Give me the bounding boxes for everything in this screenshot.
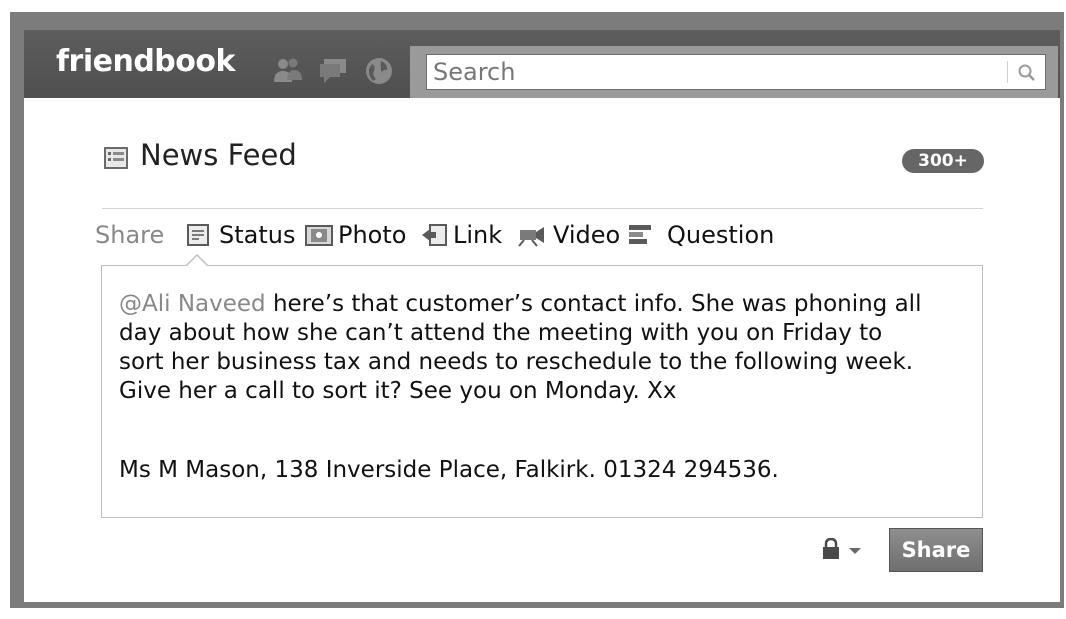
search-divider — [1007, 61, 1008, 83]
lock-icon — [823, 538, 839, 559]
status-icon — [187, 224, 209, 246]
message-line-4: Give her a call to sort it? See you on M… — [119, 378, 677, 404]
composer-pointer-fill — [186, 256, 208, 267]
message-line-1-text: here’s that customer’s contact info. She… — [265, 291, 922, 317]
share-tab-question[interactable]: Question — [667, 221, 774, 249]
message-line-1: @Ali Naveed here’s that customer’s conta… — [119, 290, 979, 319]
share-tab-photo[interactable]: Photo — [338, 221, 406, 249]
messages-icon[interactable] — [318, 56, 350, 84]
news-feed-icon — [104, 147, 128, 169]
composer-message[interactable]: @Ali Naveed here’s that customer’s conta… — [119, 290, 979, 406]
news-feed-title: News Feed — [140, 138, 297, 172]
share-bar-label: Share — [95, 221, 165, 249]
news-feed-count-badge[interactable]: 300+ — [902, 149, 984, 173]
search-box[interactable] — [426, 54, 1046, 90]
search-input[interactable] — [433, 57, 993, 87]
chevron-down-icon — [849, 548, 861, 554]
share-tab-link[interactable]: Link — [453, 221, 502, 249]
message-line-2: day about how she can’t attend the meeti… — [119, 320, 883, 346]
mention-tag[interactable]: @Ali Naveed — [119, 291, 266, 317]
share-tab-status[interactable]: Status — [219, 221, 295, 249]
privacy-dropdown[interactable] — [822, 538, 872, 560]
notifications-globe-icon[interactable] — [364, 56, 394, 86]
app-logo[interactable]: friendbook — [56, 44, 235, 79]
message-contact-line: Ms M Mason, 138 Inverside Place, Falkirk… — [119, 457, 779, 483]
message-line-3: sort her business tax and needs to resch… — [119, 349, 914, 375]
search-icon[interactable] — [1017, 63, 1037, 83]
photo-icon — [305, 225, 333, 246]
link-icon — [422, 224, 447, 246]
question-icon — [629, 225, 651, 244]
friends-icon[interactable] — [272, 56, 304, 84]
share-tab-video[interactable]: Video — [553, 221, 620, 249]
video-icon — [518, 227, 544, 247]
share-button[interactable]: Share — [889, 528, 983, 572]
header-divider — [102, 208, 983, 209]
